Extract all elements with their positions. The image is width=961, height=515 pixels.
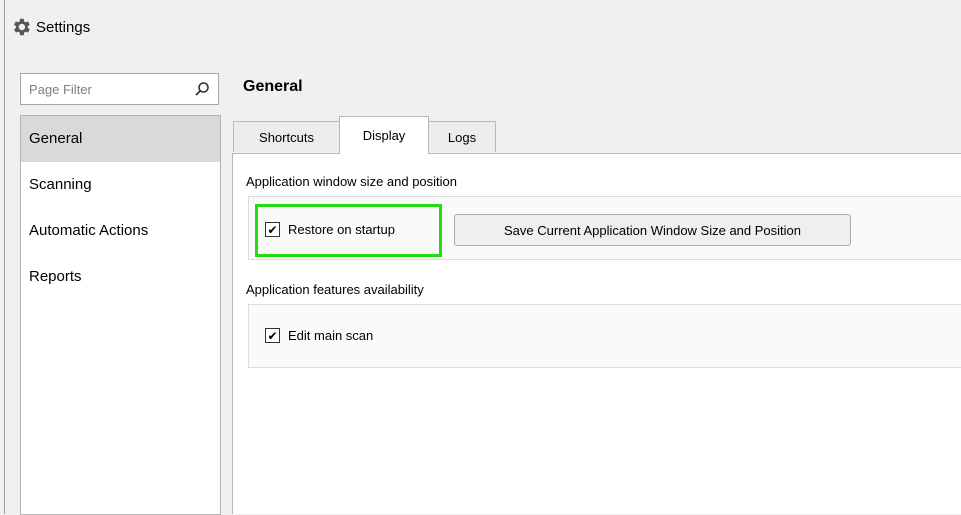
window-group-label: Application window size and position	[246, 174, 458, 189]
save-window-size-button[interactable]: Save Current Application Window Size and…	[454, 214, 851, 246]
restore-on-startup-checkbox[interactable]: ✔	[265, 222, 280, 237]
page-filter-input[interactable]	[27, 80, 191, 98]
sidebar-item-general[interactable]: General	[21, 116, 220, 162]
edit-main-scan-checkbox[interactable]: ✔	[265, 328, 280, 343]
window-title: Settings	[36, 18, 91, 36]
search-icon[interactable]	[194, 81, 210, 97]
gear-icon	[14, 18, 30, 36]
settings-page-list: General Scanning Automatic Actions Repor…	[20, 115, 221, 515]
tab-logs[interactable]: Logs	[428, 121, 496, 152]
tab-display[interactable]: Display	[339, 116, 429, 154]
page-filter-box[interactable]	[20, 73, 219, 105]
restore-on-startup-label: Restore on startup	[288, 222, 395, 237]
sidebar-item-scanning[interactable]: Scanning	[21, 162, 220, 208]
sidebar-item-reports[interactable]: Reports	[21, 254, 220, 300]
edit-main-scan-label: Edit main scan	[288, 328, 374, 343]
page-title: General	[243, 78, 303, 95]
tab-shortcuts[interactable]: Shortcuts	[233, 121, 340, 152]
sidebar-item-automatic-actions[interactable]: Automatic Actions	[21, 208, 220, 254]
title-bar: Settings	[10, 14, 90, 40]
restore-on-startup-option[interactable]: ✔ Restore on startup	[265, 222, 395, 237]
edit-main-scan-option[interactable]: ✔ Edit main scan	[265, 328, 373, 343]
features-group-label: Application features availability	[246, 282, 424, 297]
